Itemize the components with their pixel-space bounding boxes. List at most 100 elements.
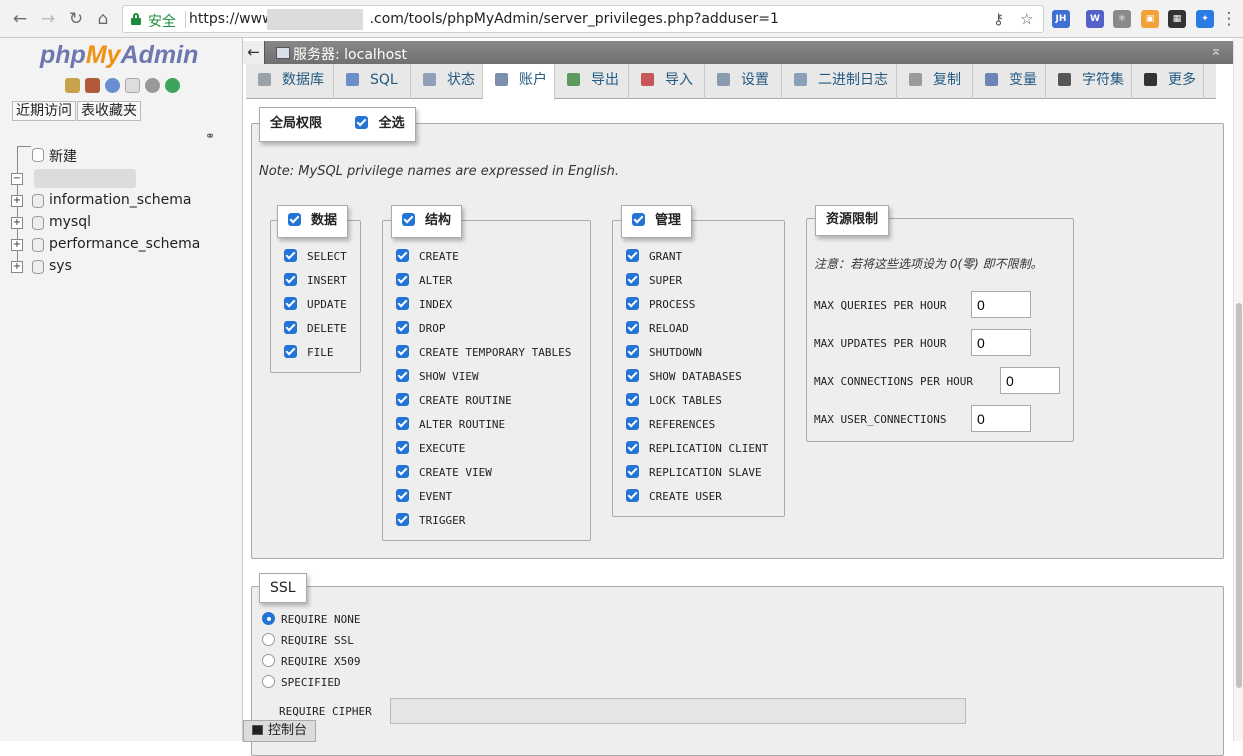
ssl-radio[interactable] xyxy=(262,612,275,625)
tab-sql[interactable]: SQL xyxy=(334,64,411,99)
privilege-checkbox[interactable] xyxy=(626,441,639,454)
privilege-checkbox[interactable] xyxy=(284,321,297,334)
expand-icon[interactable]: + xyxy=(11,261,23,273)
privilege-drop[interactable]: DROP xyxy=(396,321,446,337)
tab-status[interactable]: 状态 xyxy=(411,64,483,99)
admin-group-checkbox[interactable] xyxy=(632,213,645,226)
privilege-update[interactable]: UPDATE xyxy=(284,297,347,313)
privilege-checkbox[interactable] xyxy=(396,273,409,286)
react-extension-icon[interactable]: ⚛ xyxy=(1113,10,1131,28)
star-icon[interactable]: ☆ xyxy=(1020,10,1033,28)
privilege-create-user[interactable]: CREATE USER xyxy=(626,489,722,505)
privilege-checkbox[interactable] xyxy=(284,297,297,310)
privilege-checkbox[interactable] xyxy=(626,321,639,334)
privilege-alter-routine[interactable]: ALTER ROUTINE xyxy=(396,417,505,433)
tree-item-performance_schema[interactable]: + performance_schema xyxy=(0,235,243,255)
privilege-checkbox[interactable] xyxy=(626,297,639,310)
privilege-checkbox[interactable] xyxy=(284,345,297,358)
data-group-checkbox[interactable] xyxy=(288,213,301,226)
server-label[interactable]: 服务器: localhost xyxy=(276,44,407,64)
page-scrollbar[interactable] xyxy=(1233,38,1243,741)
privilege-replication-client[interactable]: REPLICATION CLIENT xyxy=(626,441,768,457)
tree-item-mysql[interactable]: + mysql xyxy=(0,213,243,233)
privilege-process[interactable]: PROCESS xyxy=(626,297,695,313)
privilege-checkbox[interactable] xyxy=(626,369,639,382)
privilege-create-view[interactable]: CREATE VIEW xyxy=(396,465,492,481)
privilege-show-view[interactable]: SHOW VIEW xyxy=(396,369,479,385)
ssl-radio[interactable] xyxy=(262,633,275,646)
weibo-extension-icon[interactable]: W xyxy=(1086,10,1104,28)
privilege-event[interactable]: EVENT xyxy=(396,489,452,505)
privilege-checkbox[interactable] xyxy=(626,393,639,406)
reload-icon[interactable]: ↻ xyxy=(66,9,86,29)
tab-charset[interactable]: 字符集 xyxy=(1046,64,1132,99)
privilege-select[interactable]: SELECT xyxy=(284,249,347,265)
console-toggle[interactable]: 控制台 xyxy=(243,720,316,742)
privilege-create-temporary-tables[interactable]: CREATE TEMPORARY TABLES xyxy=(396,345,571,361)
link-icon[interactable]: ⚭ xyxy=(205,129,215,143)
tab-database[interactable]: 数据库 xyxy=(246,64,334,99)
privilege-checkbox[interactable] xyxy=(626,249,639,262)
privilege-checkbox[interactable] xyxy=(626,465,639,478)
privilege-checkbox[interactable] xyxy=(284,273,297,286)
privilege-alter[interactable]: ALTER xyxy=(396,273,452,289)
privilege-grant[interactable]: GRANT xyxy=(626,249,682,265)
key-icon[interactable]: ⚷ xyxy=(993,10,1004,28)
tab-export[interactable]: 导出 xyxy=(555,64,629,99)
menu-icon[interactable]: ⋮ xyxy=(1219,9,1239,29)
privilege-checkbox[interactable] xyxy=(396,393,409,406)
ssl-option-require-ssl[interactable]: REQUIRE SSL xyxy=(262,633,354,647)
privilege-checkbox[interactable] xyxy=(396,369,409,382)
resource-limit-input[interactable] xyxy=(971,329,1031,356)
privilege-checkbox[interactable] xyxy=(626,489,639,502)
privilege-checkbox[interactable] xyxy=(396,417,409,430)
privilege-checkbox[interactable] xyxy=(396,297,409,310)
privilege-insert[interactable]: INSERT xyxy=(284,273,347,289)
back-arrow-icon[interactable]: ← xyxy=(243,41,265,64)
blue-extension-icon[interactable]: ✦ xyxy=(1196,10,1214,28)
expand-icon[interactable]: + xyxy=(11,239,23,251)
expand-icon[interactable]: + xyxy=(11,195,23,207)
home-icon[interactable] xyxy=(65,78,80,93)
resource-limit-input[interactable] xyxy=(971,291,1031,318)
collapse-top-icon[interactable]: ⌅ xyxy=(1210,43,1222,59)
tree-item-information_schema[interactable]: + information_schema xyxy=(0,191,243,211)
back-icon[interactable]: ← xyxy=(10,9,30,29)
favorite-tables-button[interactable]: 表收藏夹 xyxy=(77,101,141,121)
collapse-icon[interactable]: − xyxy=(11,173,23,185)
privilege-index[interactable]: INDEX xyxy=(396,297,452,313)
ssl-radio[interactable] xyxy=(262,654,275,667)
tab-variables[interactable]: 变量 xyxy=(973,64,1046,99)
privilege-checkbox[interactable] xyxy=(396,513,409,526)
phpmyadmin-logo[interactable]: phpMyAdmin xyxy=(40,41,198,70)
address-bar[interactable]: 安全 https://www .com/tools/phpMyAdmin/serv… xyxy=(122,5,1044,33)
scrollbar-thumb[interactable] xyxy=(1236,303,1242,688)
privilege-checkbox[interactable] xyxy=(396,345,409,358)
gear-icon[interactable] xyxy=(145,78,160,93)
tab-replication[interactable]: 复制 xyxy=(897,64,973,99)
expand-icon[interactable]: + xyxy=(11,217,23,229)
privilege-checkbox[interactable] xyxy=(626,417,639,430)
tree-item-new[interactable]: 新建 xyxy=(0,145,243,165)
privilege-checkbox[interactable] xyxy=(626,345,639,358)
home-icon[interactable]: ⌂ xyxy=(93,9,113,29)
help-icon[interactable] xyxy=(105,78,120,93)
privilege-checkbox[interactable] xyxy=(396,249,409,262)
require-cipher-input[interactable] xyxy=(390,698,966,724)
tab-settings-wrench[interactable]: 设置 xyxy=(705,64,782,99)
privilege-checkbox[interactable] xyxy=(396,465,409,478)
privilege-super[interactable]: SUPER xyxy=(626,273,682,289)
recent-tables-button[interactable]: 近期访问 xyxy=(12,101,76,121)
privilege-reload[interactable]: RELOAD xyxy=(626,321,689,337)
privilege-create[interactable]: CREATE xyxy=(396,249,459,265)
structure-group-checkbox[interactable] xyxy=(402,213,415,226)
privilege-replication-slave[interactable]: REPLICATION SLAVE xyxy=(626,465,762,481)
privilege-create-routine[interactable]: CREATE ROUTINE xyxy=(396,393,512,409)
ssl-option-require-none[interactable]: REQUIRE NONE xyxy=(262,612,360,626)
resource-limit-input[interactable] xyxy=(971,405,1031,432)
tab-import[interactable]: 导入 xyxy=(629,64,705,99)
privilege-checkbox[interactable] xyxy=(396,321,409,334)
privilege-checkbox[interactable] xyxy=(284,249,297,262)
privilege-shutdown[interactable]: SHUTDOWN xyxy=(626,345,702,361)
forward-icon[interactable]: → xyxy=(38,9,58,29)
